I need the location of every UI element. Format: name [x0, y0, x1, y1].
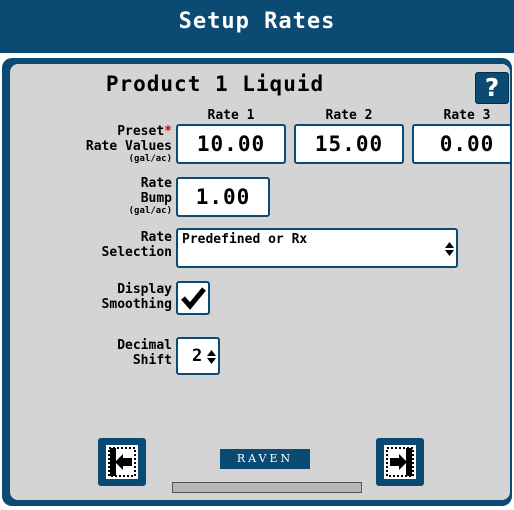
- rate-3-header: Rate 3: [443, 108, 491, 123]
- preset-label-line1: Preset: [117, 124, 165, 139]
- checkmark-icon: [181, 287, 206, 310]
- product-title: Product 1 Liquid: [105, 72, 325, 96]
- header-bar: Setup Rates: [0, 0, 514, 53]
- rate-selection-label: Rate Selection: [10, 230, 172, 260]
- rate-bump-line2: Bump: [140, 191, 172, 206]
- page-title: Setup Rates: [178, 9, 336, 34]
- rate-bump-line1: Rate: [140, 176, 172, 191]
- rate-1-input[interactable]: 10.00: [176, 124, 286, 164]
- next-arrow-icon: [386, 447, 414, 477]
- up-down-arrow-icon[interactable]: [207, 350, 216, 364]
- help-button[interactable]: ?: [475, 72, 509, 104]
- raven-logo: RAVEN: [220, 449, 310, 469]
- content-panel: Product 1 Liquid ? Rate 1 Rate 2 Rate 3 …: [2, 58, 512, 506]
- rate-2-input[interactable]: 15.00: [294, 124, 404, 164]
- next-button[interactable]: [376, 438, 424, 486]
- rate-selection-dropdown[interactable]: Predefined or Rx: [176, 228, 458, 268]
- rate-bump-label: Rate Bump (gal/ac): [10, 176, 172, 217]
- decimal-shift-line2: Shift: [132, 353, 172, 368]
- decimal-shift-value: 2: [192, 346, 203, 366]
- preset-label-line2: Rate Values: [85, 139, 172, 154]
- decimal-shift-label: Decimal Shift: [10, 338, 172, 368]
- rate-bump-input[interactable]: 1.00: [176, 177, 270, 217]
- decimal-shift-stepper[interactable]: 2: [176, 337, 220, 375]
- up-down-arrow-icon[interactable]: [445, 242, 454, 256]
- rate-selection-line1: Rate: [140, 230, 172, 245]
- display-smoothing-checkbox[interactable]: [176, 281, 210, 315]
- required-mark: *: [164, 124, 172, 139]
- rate-2-header: Rate 2: [325, 108, 373, 123]
- progress-bar: [172, 482, 362, 493]
- preset-unit: (gal/ac): [128, 154, 172, 164]
- rate-selection-value: Predefined or Rx: [182, 232, 308, 247]
- rate-bump-unit: (gal/ac): [128, 206, 172, 216]
- rate-selection-line2: Selection: [101, 245, 172, 260]
- rate-1-header: Rate 1: [207, 108, 255, 123]
- rate-3-input[interactable]: 0.00: [412, 124, 510, 164]
- preset-rate-values-label: Preset* Rate Values (gal/ac): [10, 124, 172, 165]
- content-inner: Product 1 Liquid ? Rate 1 Rate 2 Rate 3 …: [10, 64, 510, 500]
- back-arrow-icon: [108, 447, 136, 477]
- back-button[interactable]: [98, 438, 146, 486]
- display-smoothing-line1: Display: [117, 282, 172, 297]
- display-smoothing-label: Display Smoothing: [10, 282, 172, 312]
- decimal-shift-line1: Decimal: [117, 338, 172, 353]
- display-smoothing-line2: Smoothing: [101, 297, 172, 312]
